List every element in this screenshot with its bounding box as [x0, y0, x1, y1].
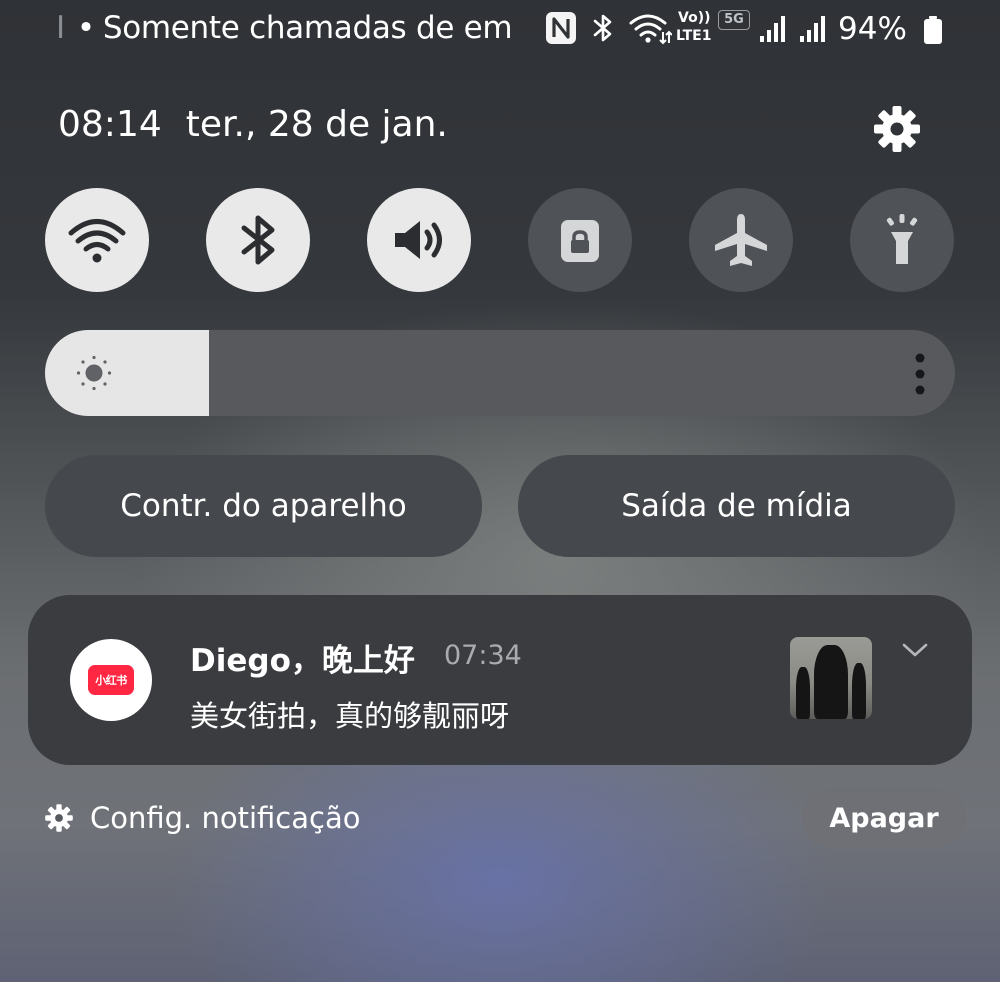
date-label: ter., 28 de jan. — [185, 104, 448, 145]
status-notification-text: Somente chamadas de em — [102, 10, 513, 46]
toggle-airplane-mode[interactable] — [689, 188, 793, 292]
clear-all-button[interactable]: Apagar — [802, 788, 966, 848]
notification-card[interactable]: 小红书 Diego，晚上好 07:34 美女街拍，真的够靓丽呀 — [28, 595, 972, 765]
status-notification-ticker: I • Somente chamadas de em — [56, 6, 534, 50]
notification-settings-label: Config. notificação — [90, 801, 361, 835]
notification-settings-link[interactable]: Config. notificação — [44, 796, 360, 840]
flashlight-icon — [886, 214, 918, 264]
device-control-button[interactable]: Contr. do aparelho — [45, 455, 482, 557]
volte-icon: Vo)) LTE1 — [674, 10, 718, 46]
wifi-icon — [629, 14, 672, 45]
signal-icon — [800, 16, 825, 42]
signal-icon — [760, 16, 785, 42]
gear-icon — [874, 106, 920, 152]
clock-time: 08:14 — [58, 104, 162, 145]
status-separator: I — [56, 10, 65, 46]
nfc-icon — [546, 12, 576, 44]
status-bar: I • Somente chamadas de em Vo)) LTE1 5G — [0, 0, 1000, 58]
speaker-icon — [395, 221, 442, 259]
thumb-figure — [814, 645, 848, 719]
notification-time: 07:34 — [444, 640, 522, 671]
app-logo: 小红书 — [88, 665, 134, 695]
notification-title: Diego，晚上好 — [190, 643, 415, 679]
notification-body: 美女街拍，真的够靓丽呀 — [190, 699, 510, 733]
notification-dot: • — [76, 10, 95, 46]
battery-icon — [924, 16, 942, 44]
chevron-down-icon[interactable] — [900, 639, 930, 661]
thumb-figure — [852, 663, 866, 719]
gear-icon — [45, 804, 73, 832]
lock-icon — [561, 220, 599, 262]
toggle-rotation-lock[interactable] — [528, 188, 632, 292]
notification-thumbnail[interactable] — [790, 637, 872, 719]
battery-percentage: 94% — [838, 11, 907, 47]
brightness-fill — [45, 330, 209, 416]
settings-button[interactable] — [872, 104, 922, 154]
app-icon: 小红书 — [70, 639, 152, 721]
media-output-button[interactable]: Saída de mídia — [518, 455, 955, 557]
sun-icon — [76, 355, 112, 391]
bluetooth-icon — [241, 215, 275, 265]
wifi-icon — [68, 219, 126, 263]
toggle-bluetooth[interactable] — [206, 188, 310, 292]
airplane-icon — [715, 214, 767, 266]
thumb-figure — [796, 667, 810, 719]
time-date: 08:14 ter., 28 de jan. — [58, 104, 448, 145]
volte-label: Vo)) — [678, 10, 711, 26]
network-type-badge: 5G — [718, 10, 750, 30]
toggle-wifi[interactable] — [45, 188, 149, 292]
more-vertical-icon[interactable] — [905, 352, 935, 396]
brightness-slider[interactable] — [45, 330, 955, 416]
bluetooth-icon — [593, 14, 612, 42]
toggle-flashlight[interactable] — [850, 188, 954, 292]
lte-label: LTE1 — [676, 28, 712, 44]
toggle-sound[interactable] — [367, 188, 471, 292]
